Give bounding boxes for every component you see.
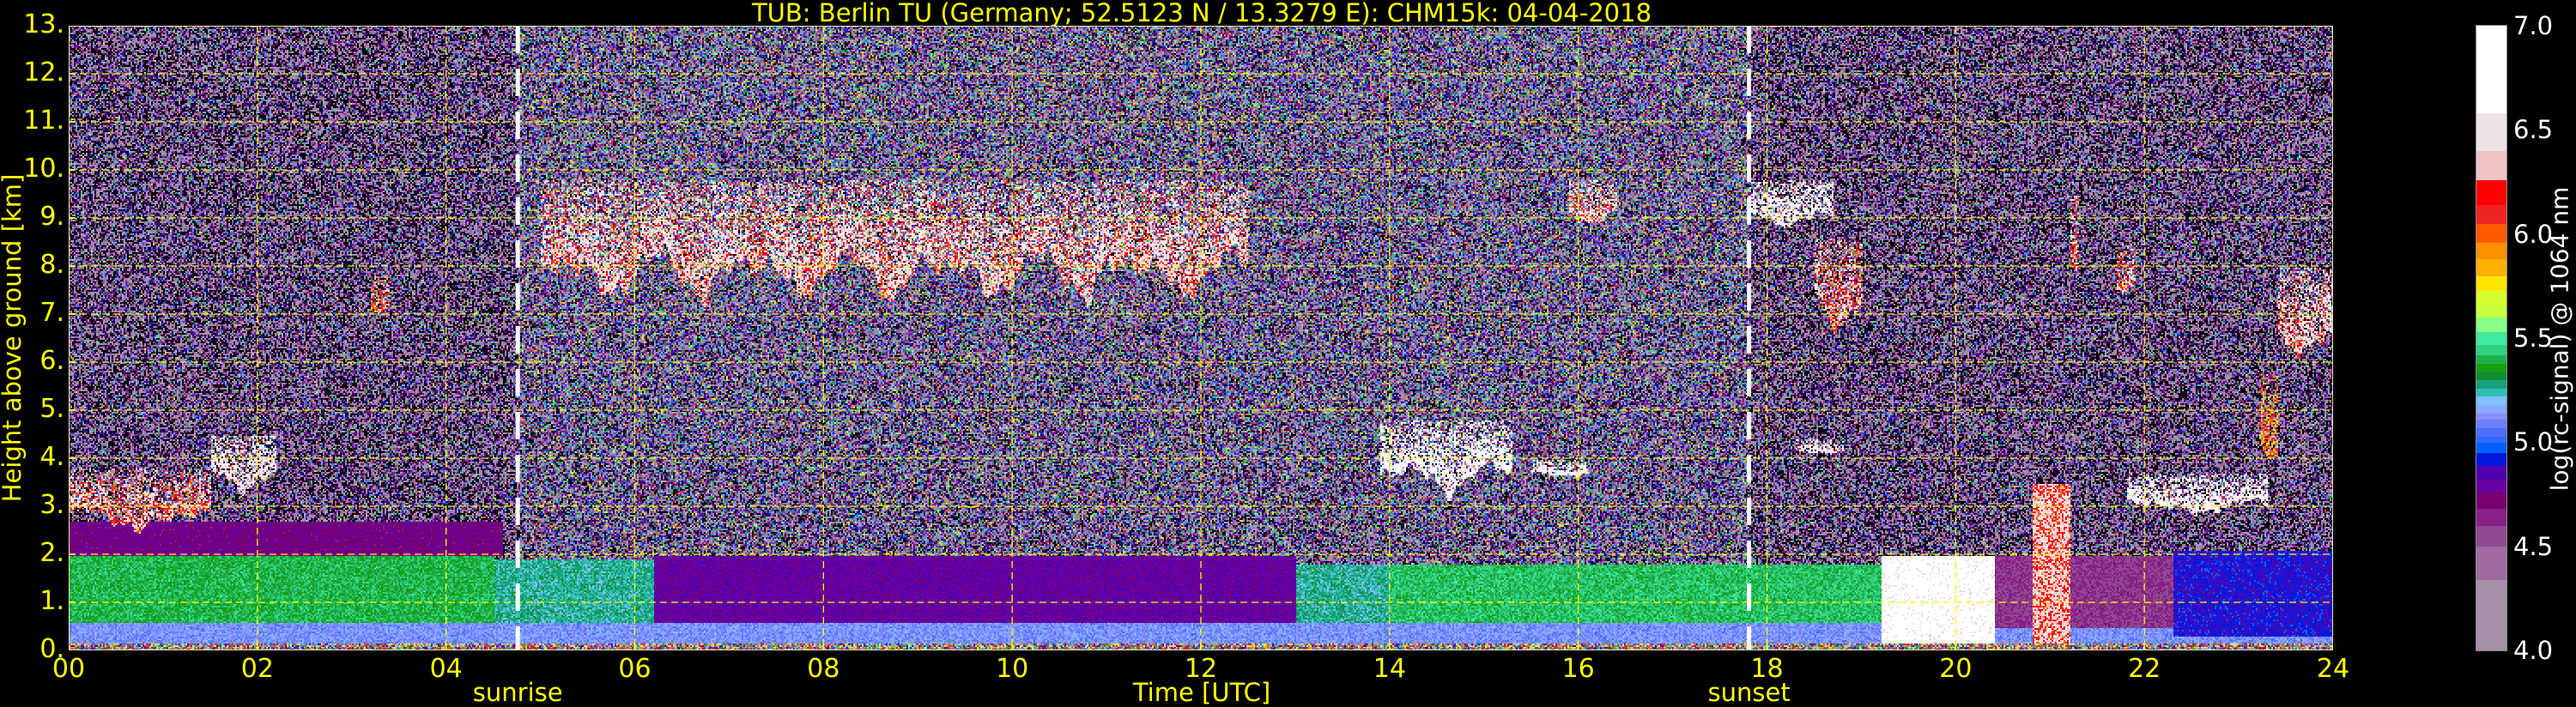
y-tick-label: 2. — [39, 537, 64, 568]
y-tick-label: 1. — [39, 585, 64, 616]
colorbar-level — [2476, 379, 2506, 389]
colorbar-level — [2476, 427, 2506, 437]
colorbar-level — [2476, 26, 2506, 114]
plot-overlay — [69, 26, 2333, 650]
colorbar-level — [2476, 275, 2506, 291]
colorbar-level — [2476, 452, 2506, 466]
x-tick-label: 14 — [1373, 654, 1406, 684]
colorbar-level — [2476, 525, 2506, 547]
x-tick-label: 08 — [807, 654, 840, 684]
colorbar — [2476, 25, 2507, 651]
colorbar-level — [2476, 419, 2506, 428]
colorbar-level — [2476, 546, 2506, 580]
colorbar-level — [2476, 112, 2506, 152]
y-tick-label: 11. — [23, 105, 64, 136]
colorbar-level — [2476, 179, 2506, 206]
colorbar-tick-label: 4.0 — [2513, 636, 2554, 665]
colorbar-level — [2476, 396, 2506, 406]
y-axis-label: Height above ground [km] — [0, 173, 27, 503]
x-tick-label: 20 — [1939, 654, 1973, 684]
colorbar-level — [2476, 354, 2506, 364]
colorbar-level — [2476, 150, 2506, 181]
colorbar-level — [2476, 242, 2506, 260]
colorbar-level — [2476, 344, 2506, 355]
colorbar-level — [2476, 508, 2506, 526]
x-tick-label: 06 — [618, 654, 652, 684]
y-tick-label: 7. — [39, 297, 64, 328]
colorbar-level — [2476, 404, 2506, 414]
colorbar-level — [2476, 465, 2506, 480]
chart-title: TUB: Berlin TU (Germany; 52.5123 N / 13.… — [751, 0, 1652, 27]
colorbar-tick-label: 6.5 — [2513, 115, 2554, 145]
colorbar-level — [2476, 305, 2506, 318]
colorbar-level — [2476, 371, 2506, 381]
colorbar-tick-label: 4.5 — [2513, 531, 2554, 561]
plot-area — [69, 26, 2333, 650]
x-tick-label: 16 — [1561, 654, 1595, 684]
colorbar-level — [2476, 579, 2506, 651]
event-label-sunrise: sunrise — [472, 678, 563, 707]
x-tick-label: 10 — [996, 654, 1029, 684]
colorbar-level — [2476, 436, 2506, 443]
colorbar-level — [2476, 204, 2506, 225]
y-tick-label: 3. — [39, 489, 64, 520]
colorbar-level — [2476, 388, 2506, 397]
colorbar-level — [2476, 290, 2506, 305]
y-tick-label: 13. — [23, 9, 64, 39]
x-tick-label: 00 — [52, 654, 86, 684]
x-tick-label: 24 — [2316, 654, 2350, 684]
x-tick-label: 22 — [2128, 654, 2161, 684]
y-tick-label: 10. — [23, 153, 64, 184]
y-tick-label: 9. — [39, 201, 64, 232]
y-tick-label: 8. — [39, 249, 64, 280]
colorbar-level — [2476, 258, 2506, 276]
colorbar-level — [2476, 480, 2506, 493]
colorbar-level — [2476, 442, 2506, 453]
event-label-sunset: sunset — [1707, 678, 1791, 707]
colorbar-level — [2476, 317, 2506, 333]
colorbar-level — [2476, 363, 2506, 372]
x-tick-label: 04 — [429, 654, 463, 684]
x-tick-label: 12 — [1184, 654, 1218, 684]
colorbar-label: log(rc-signal) @ 1064 nm — [2545, 186, 2574, 492]
colorbar-tick-label: 7.0 — [2513, 11, 2554, 40]
y-tick-label: 12. — [23, 57, 64, 88]
colorbar-level — [2476, 413, 2506, 420]
y-tick-label: 4. — [39, 441, 64, 472]
colorbar-level — [2476, 492, 2506, 510]
colorbar-level — [2476, 223, 2506, 243]
y-tick-label: 5. — [39, 393, 64, 424]
x-tick-label: 02 — [240, 654, 274, 684]
y-tick-label: 6. — [39, 345, 64, 376]
colorbar-level — [2476, 331, 2506, 345]
